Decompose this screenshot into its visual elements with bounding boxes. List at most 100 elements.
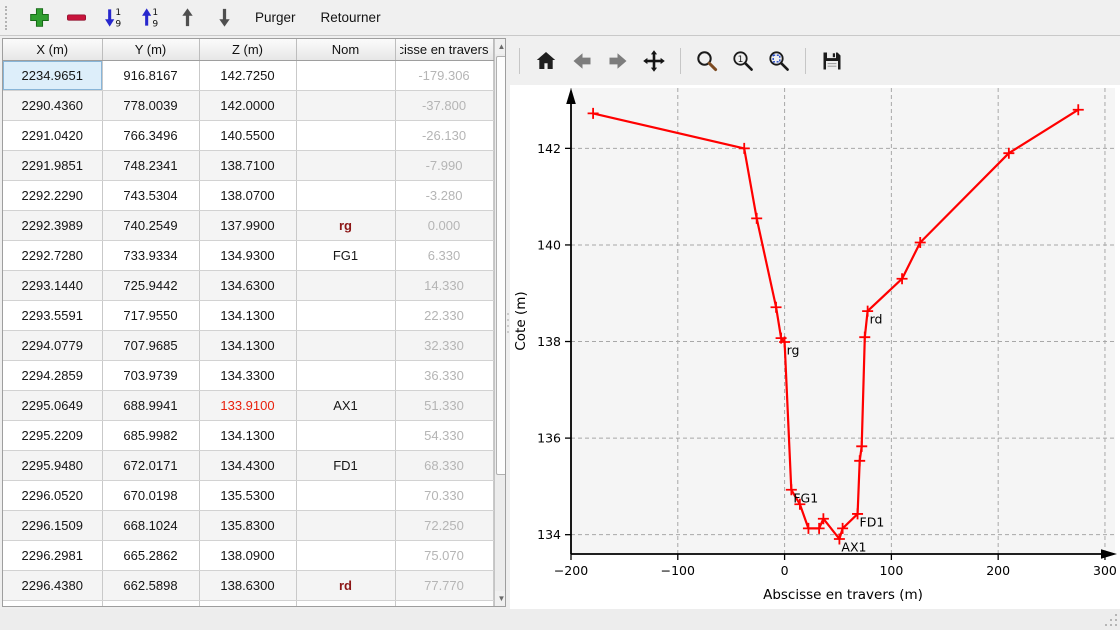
cell-nom[interactable]: rg [296, 211, 395, 241]
cell-z[interactable]: 142.0000 [199, 91, 296, 121]
cell-absc[interactable]: 0.000 [395, 211, 493, 241]
cell-nom[interactable] [296, 91, 395, 121]
table-scrollbar[interactable]: ▲ ▼ [494, 39, 507, 606]
cell-y[interactable]: 672.0171 [102, 451, 199, 481]
cell-x[interactable]: 2292.3989 [3, 211, 102, 241]
cell-z[interactable]: 134.4300 [199, 451, 296, 481]
cell-y[interactable]: 743.5304 [102, 181, 199, 211]
cell-absc[interactable]: 32.330 [395, 331, 493, 361]
cell-y[interactable]: 916.8167 [102, 61, 199, 91]
cell-empty[interactable] [3, 601, 102, 608]
move-up-button[interactable] [172, 3, 202, 33]
cell-z[interactable]: 134.9300 [199, 241, 296, 271]
cell-y[interactable]: 668.1024 [102, 511, 199, 541]
scrollbar-up-arrow-icon[interactable]: ▲ [495, 39, 507, 54]
plot-pan-button[interactable] [641, 48, 667, 74]
sort-descending-button[interactable]: 1 9 [98, 3, 128, 33]
cell-y[interactable]: 665.2862 [102, 541, 199, 571]
cell-x[interactable]: 2295.2209 [3, 421, 102, 451]
cell-nom[interactable]: FG1 [296, 241, 395, 271]
cell-absc[interactable]: 75.070 [395, 541, 493, 571]
cell-x[interactable]: 2294.0779 [3, 331, 102, 361]
cell-x[interactable]: 2296.4380 [3, 571, 102, 601]
cell-z[interactable]: 142.7250 [199, 61, 296, 91]
cell-z[interactable]: 140.5500 [199, 121, 296, 151]
cell-x[interactable]: 2296.0520 [3, 481, 102, 511]
cell-absc[interactable]: 77.770 [395, 571, 493, 601]
cell-absc[interactable]: -7.990 [395, 151, 493, 181]
column-header-z[interactable]: Z (m) [199, 39, 296, 61]
cell-y[interactable]: 703.9739 [102, 361, 199, 391]
cell-x[interactable]: 2293.5591 [3, 301, 102, 331]
cell-z[interactable]: 138.0900 [199, 541, 296, 571]
cell-absc[interactable]: 68.330 [395, 451, 493, 481]
cell-y[interactable]: 748.2341 [102, 151, 199, 181]
cell-nom[interactable] [296, 541, 395, 571]
cell-z[interactable]: 134.6300 [199, 271, 296, 301]
cell-nom[interactable] [296, 271, 395, 301]
sort-ascending-button[interactable]: 1 9 [135, 3, 165, 33]
cell-y[interactable]: 688.9941 [102, 391, 199, 421]
cell-y[interactable]: 662.5898 [102, 571, 199, 601]
cell-x[interactable]: 2296.1509 [3, 511, 102, 541]
move-down-button[interactable] [209, 3, 239, 33]
cell-absc[interactable]: 51.330 [395, 391, 493, 421]
cell-nom[interactable] [296, 331, 395, 361]
cell-z[interactable]: 138.0700 [199, 181, 296, 211]
cell-absc[interactable]: -26.130 [395, 121, 493, 151]
cell-nom[interactable]: FD1 [296, 451, 395, 481]
cell-absc[interactable]: 72.250 [395, 511, 493, 541]
remove-point-button[interactable] [61, 3, 91, 33]
retourner-button[interactable]: Retourner [312, 5, 390, 30]
resize-grip-icon[interactable] [1104, 614, 1117, 627]
cell-nom[interactable] [296, 481, 395, 511]
cell-nom[interactable] [296, 421, 395, 451]
cell-nom[interactable]: rd [296, 571, 395, 601]
cell-absc[interactable]: 22.330 [395, 301, 493, 331]
cell-nom[interactable] [296, 361, 395, 391]
cell-x[interactable]: 2291.0420 [3, 121, 102, 151]
cell-y[interactable]: 766.3496 [102, 121, 199, 151]
cell-x[interactable]: 2294.2859 [3, 361, 102, 391]
scrollbar-thumb[interactable] [496, 56, 507, 475]
cell-empty[interactable] [199, 601, 296, 608]
cross-section-plot[interactable]: −200−1000100200300134136138140142Absciss… [510, 85, 1120, 609]
column-header-abscisse[interactable]: Abscisse en travers [395, 39, 493, 61]
cell-z[interactable]: 134.1300 [199, 421, 296, 451]
cell-empty[interactable] [296, 601, 395, 608]
scrollbar-down-arrow-icon[interactable]: ▼ [495, 591, 507, 606]
cell-y[interactable]: 670.0198 [102, 481, 199, 511]
cell-nom[interactable] [296, 181, 395, 211]
cell-x[interactable]: 2295.0649 [3, 391, 102, 421]
cell-y[interactable]: 733.9334 [102, 241, 199, 271]
cell-x[interactable]: 2290.4360 [3, 91, 102, 121]
cell-nom[interactable] [296, 151, 395, 181]
cell-y[interactable]: 685.9982 [102, 421, 199, 451]
cell-z[interactable]: 138.7100 [199, 151, 296, 181]
cell-x[interactable]: 2292.7280 [3, 241, 102, 271]
cell-y[interactable]: 717.9550 [102, 301, 199, 331]
plot-back-button[interactable] [569, 48, 595, 74]
cell-absc[interactable]: 36.330 [395, 361, 493, 391]
cell-x[interactable]: 2293.1440 [3, 271, 102, 301]
cell-x[interactable]: 2296.2981 [3, 541, 102, 571]
cell-nom[interactable] [296, 301, 395, 331]
cell-absc[interactable]: -3.280 [395, 181, 493, 211]
column-header-y[interactable]: Y (m) [102, 39, 199, 61]
cell-absc[interactable]: -179.306 [395, 61, 493, 91]
cell-absc[interactable]: 70.330 [395, 481, 493, 511]
cell-z[interactable]: 134.1300 [199, 331, 296, 361]
scrollbar-track[interactable] [495, 54, 507, 591]
plot-zoom-region-button[interactable] [766, 48, 792, 74]
cell-z[interactable]: 137.9900 [199, 211, 296, 241]
cell-y[interactable]: 740.2549 [102, 211, 199, 241]
cell-z[interactable]: 134.1300 [199, 301, 296, 331]
cell-x[interactable]: 2292.2290 [3, 181, 102, 211]
plot-forward-button[interactable] [605, 48, 631, 74]
cell-nom[interactable] [296, 61, 395, 91]
cell-absc[interactable]: -37.800 [395, 91, 493, 121]
cell-nom[interactable] [296, 121, 395, 151]
plot-home-button[interactable] [533, 48, 559, 74]
plot-save-button[interactable] [819, 48, 845, 74]
cell-y[interactable]: 707.9685 [102, 331, 199, 361]
